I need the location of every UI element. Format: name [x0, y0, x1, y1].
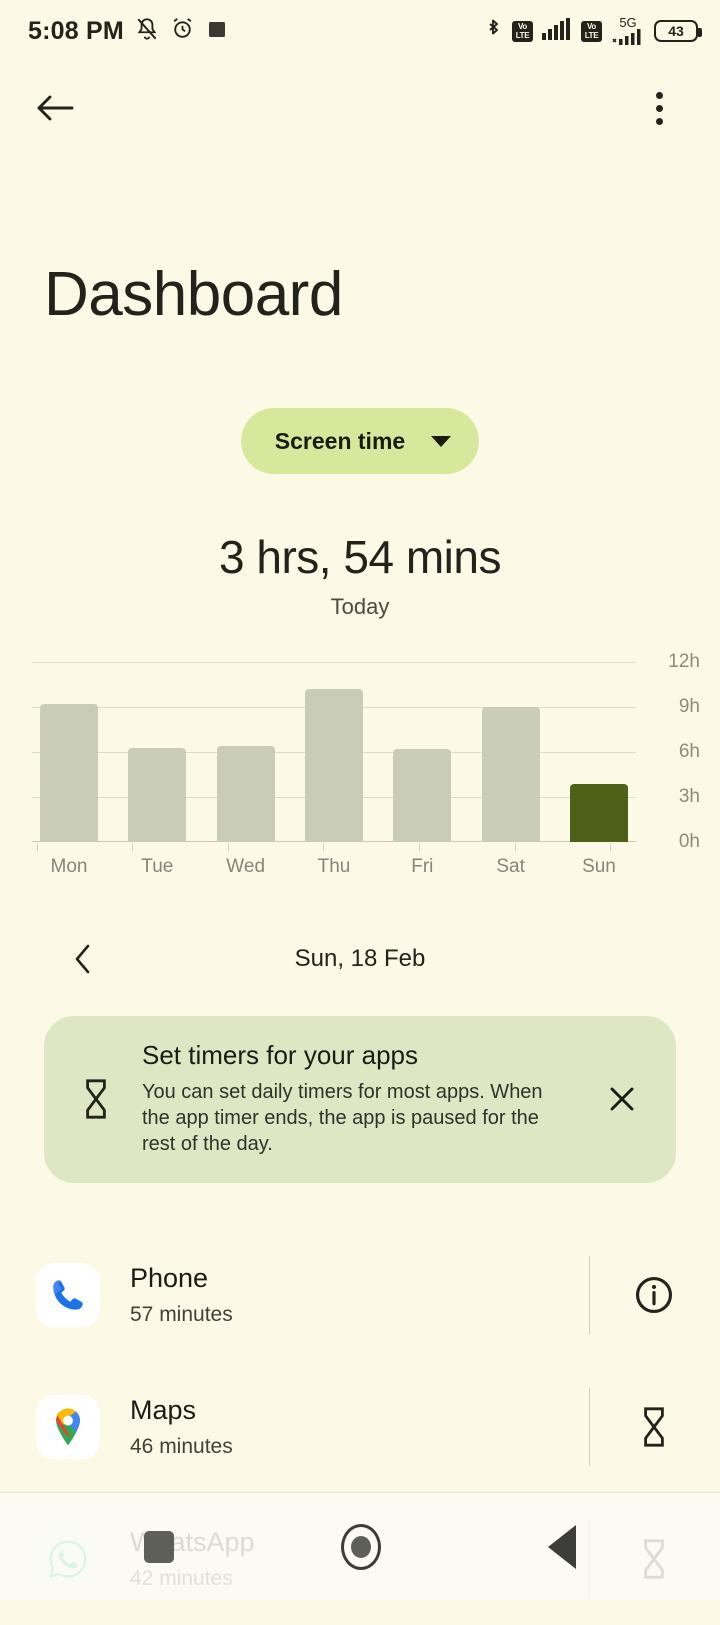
set-timers-promo-card[interactable]: Set timers for your apps You can set dai…	[44, 1016, 676, 1183]
chart-x-label-sun: Sun	[582, 856, 616, 877]
chart-x-label-fri: Fri	[411, 856, 434, 877]
status-time: 5:08 PM	[28, 16, 124, 45]
screen-time-chart: 0h 3h 6h 9h 12h Mon Tue Wed Thu Fri Sat Sun	[0, 651, 720, 878]
home-button[interactable]	[340, 1523, 381, 1570]
chart-y-label: 6h	[678, 741, 700, 762]
chart-bar-sat[interactable]	[481, 707, 540, 842]
volte-icon-2: Vo LTE	[581, 20, 602, 42]
filter-chip-label: Screen time	[274, 427, 406, 454]
chart-tick	[295, 843, 353, 851]
5g-signal-icon: 5G	[611, 16, 645, 45]
app-usage-meta: Phone 57 minutes	[100, 1263, 589, 1326]
chart-tick-marks	[0, 843, 648, 851]
bluetooth-icon	[483, 17, 503, 46]
chart-bar-tue[interactable]	[128, 747, 187, 842]
app-bar	[0, 62, 720, 154]
chart-bar-mon[interactable]	[40, 704, 98, 842]
app-usage-time: 57 minutes	[130, 1302, 233, 1326]
chart-y-label: 0h	[678, 831, 700, 852]
date-navigation: Sun, 18 Feb	[0, 930, 720, 988]
filter-chip-row: Screen time	[0, 408, 720, 474]
row-divider	[589, 1388, 590, 1466]
status-bar: 5:08 PM Vo LTE Vo LTE 5G 43	[0, 0, 720, 62]
chevron-left-icon[interactable]	[60, 936, 106, 982]
chart-tick	[391, 843, 449, 851]
recents-button[interactable]	[143, 1530, 174, 1563]
alarm-icon	[170, 16, 195, 46]
more-options-icon[interactable]	[632, 81, 686, 135]
chart-tick	[199, 843, 257, 851]
app-usage-row[interactable]: Maps 46 minutes	[0, 1361, 720, 1493]
chevron-down-icon	[431, 435, 452, 447]
status-bar-left: 5:08 PM	[28, 16, 229, 47]
total-usage-period: Today	[330, 594, 390, 619]
app-usage-meta: Maps 46 minutes	[100, 1395, 589, 1458]
volte-icon: Vo LTE	[512, 20, 533, 42]
chart-tick	[104, 843, 162, 851]
chart-tick	[8, 843, 66, 851]
chart-plot-area[interactable]: 0h 3h 6h 9h 12h	[32, 651, 708, 852]
chart-bar-sun[interactable]	[569, 783, 628, 842]
usage-summary: 3 hrs, 54 mins Today	[0, 530, 720, 620]
chart-x-label-wed: Wed	[226, 856, 266, 877]
app-usage-time: 46 minutes	[130, 1434, 233, 1458]
battery-icon: 43	[654, 20, 702, 42]
screen-time-filter-chip[interactable]: Screen time	[240, 408, 480, 474]
app-usage-row[interactable]: Phone 57 minutes	[0, 1229, 720, 1361]
app-name: Maps	[130, 1395, 197, 1426]
screen-record-icon	[205, 17, 229, 46]
row-divider	[589, 1256, 590, 1334]
chart-x-label-sat: Sat	[496, 856, 525, 877]
chart-x-label-thu: Thu	[317, 856, 351, 877]
back-arrow-icon[interactable]	[28, 81, 82, 135]
promo-card-body: Set timers for your apps You can set dai…	[142, 1040, 578, 1157]
chart-tick	[486, 843, 544, 851]
chart-y-label: 12h	[668, 651, 700, 672]
system-navigation-bar	[0, 1492, 720, 1600]
promo-card-text: You can set daily timers for most apps. …	[142, 1081, 543, 1155]
hourglass-icon[interactable]	[624, 1406, 684, 1448]
maps-app-icon	[36, 1395, 100, 1459]
info-icon[interactable]	[624, 1274, 684, 1316]
total-usage-value: 3 hrs, 54 mins	[219, 531, 501, 583]
chart-x-label-mon: Mon	[50, 856, 88, 877]
app-name: Phone	[130, 1263, 209, 1294]
status-bar-right: Vo LTE Vo LTE 5G 43	[483, 16, 702, 46]
chart-x-labels: Mon Tue Wed Thu Fri Sat Sun	[32, 856, 636, 878]
back-button[interactable]	[548, 1524, 577, 1569]
silent-bell-icon	[134, 16, 160, 47]
hourglass-icon	[66, 1078, 126, 1120]
chart-x-label-tue: Tue	[141, 856, 174, 877]
chart-bar-fri[interactable]	[393, 749, 452, 842]
phone-app-icon	[36, 1263, 100, 1327]
chart-bars	[32, 662, 636, 842]
chart-y-label: 3h	[678, 786, 700, 807]
chart-bar-thu[interactable]	[304, 689, 363, 842]
promo-card-title: Set timers for your apps	[142, 1040, 418, 1070]
chart-tick	[582, 843, 640, 851]
signal-icon	[542, 17, 572, 45]
close-icon[interactable]	[594, 1084, 650, 1114]
page-title: Dashboard	[44, 260, 343, 329]
selected-date-label: Sun, 18 Feb	[294, 945, 426, 972]
chart-y-label: 9h	[678, 696, 700, 717]
more-options-dots	[655, 91, 663, 125]
chart-bar-wed[interactable]	[216, 746, 275, 842]
